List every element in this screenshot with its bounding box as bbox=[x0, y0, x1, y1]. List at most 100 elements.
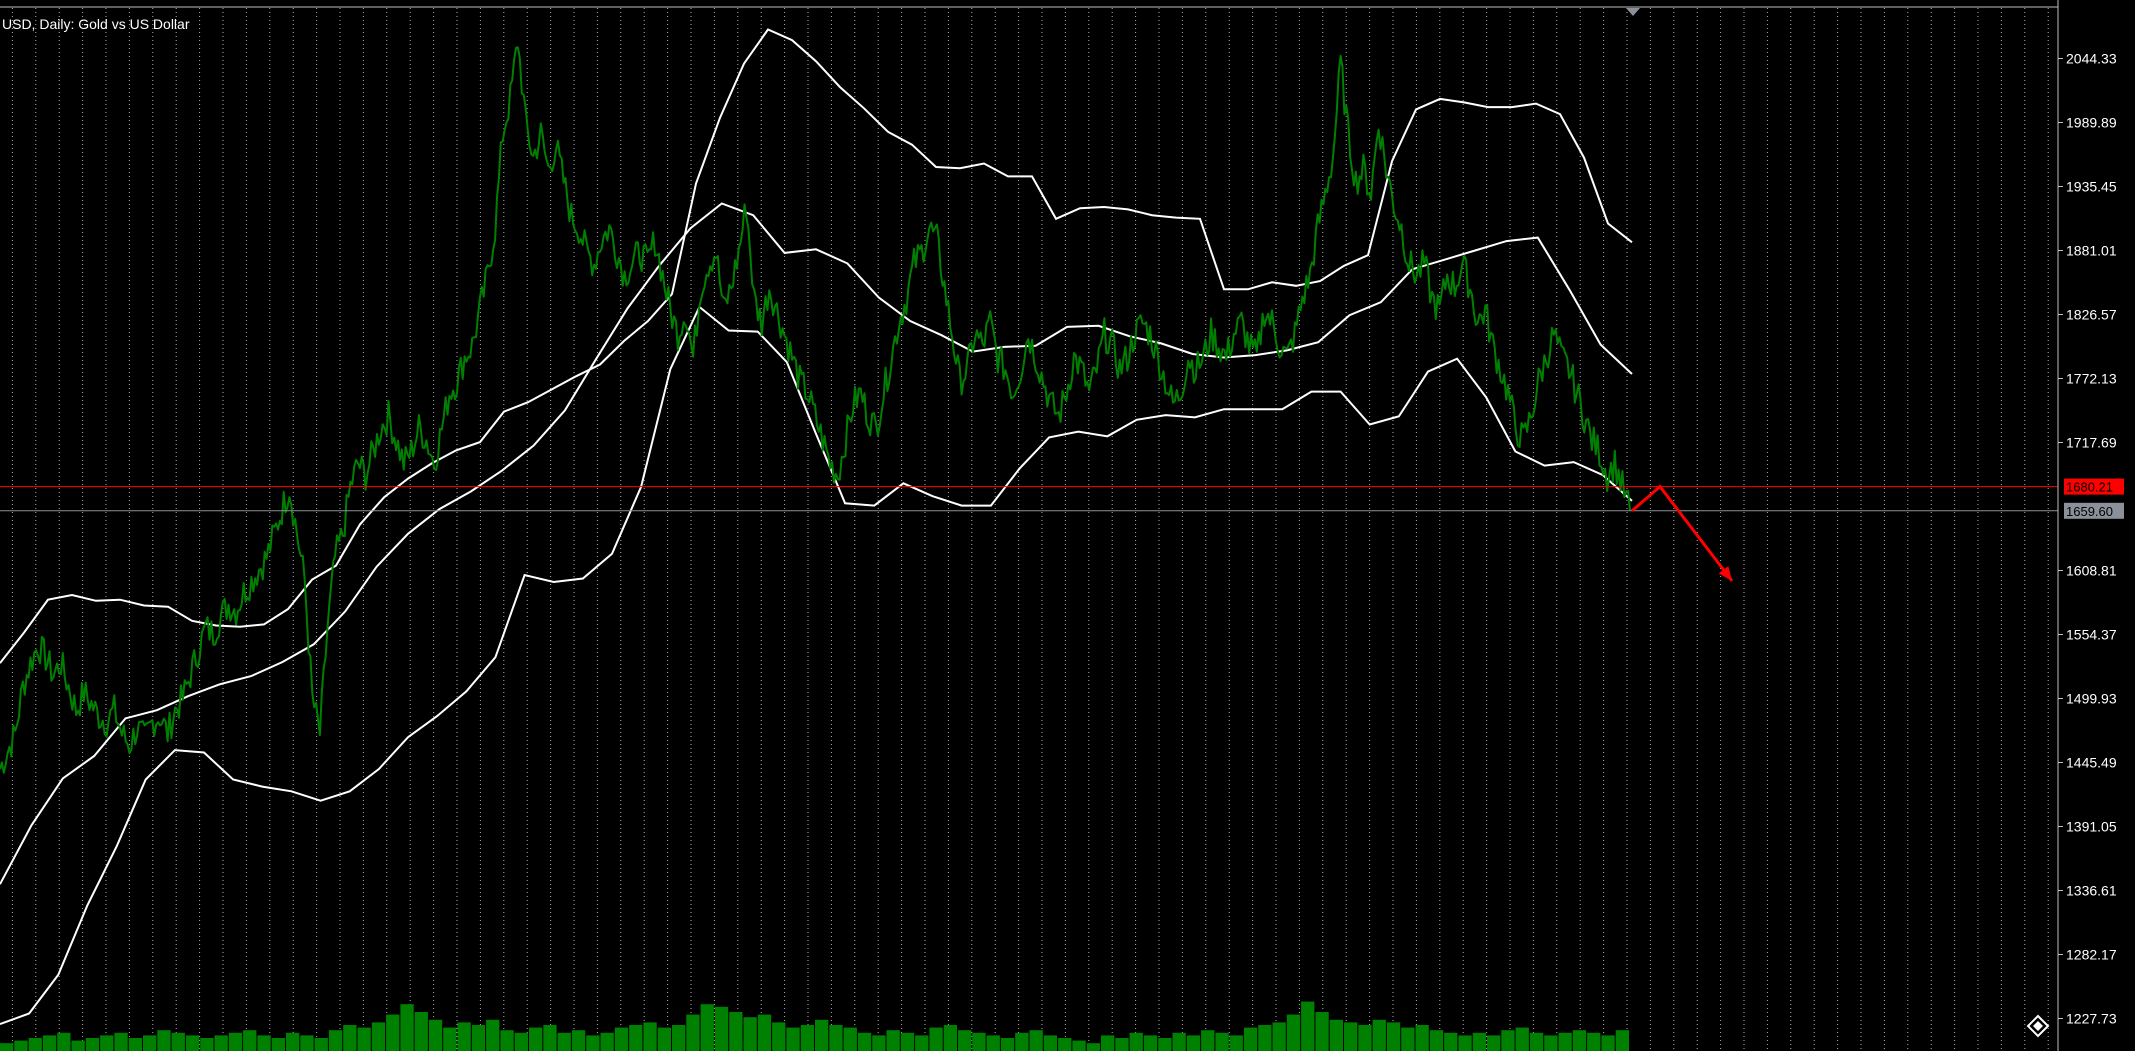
volume-bar bbox=[629, 1025, 643, 1051]
volume-bar bbox=[243, 1030, 257, 1051]
volume-bar bbox=[57, 1032, 71, 1051]
volume-bar bbox=[700, 1004, 714, 1051]
volume-bar bbox=[543, 1025, 557, 1051]
volume-bar bbox=[300, 1035, 314, 1051]
volume-bar bbox=[1372, 1019, 1386, 1051]
y-tick-label: 1227.73 bbox=[2066, 1011, 2117, 1027]
volume-bar bbox=[929, 1027, 943, 1051]
volume-bar bbox=[1444, 1032, 1458, 1051]
volume-bar bbox=[14, 1040, 28, 1051]
y-tick-label: 1336.61 bbox=[2066, 883, 2117, 899]
volume-bar bbox=[1158, 1038, 1172, 1051]
volume-bar bbox=[257, 1035, 271, 1051]
volume-bar bbox=[958, 1030, 972, 1051]
volume-bar bbox=[157, 1030, 171, 1051]
volume-bar bbox=[343, 1025, 357, 1051]
volume-bar bbox=[1344, 1022, 1358, 1051]
volume-bar bbox=[643, 1022, 657, 1051]
volume-bar bbox=[386, 1014, 400, 1051]
volume-bar bbox=[1358, 1025, 1372, 1051]
volume-bar bbox=[1472, 1032, 1486, 1051]
y-tick-label: 1989.89 bbox=[2066, 115, 2117, 131]
volume-bar bbox=[1000, 1038, 1015, 1051]
volume-bar bbox=[443, 1027, 457, 1051]
y-tick-label: 1499.93 bbox=[2066, 691, 2117, 707]
volume-bar bbox=[1272, 1022, 1286, 1051]
volume-bar bbox=[729, 1012, 743, 1051]
volume-bar bbox=[85, 1038, 100, 1051]
volume-bar bbox=[600, 1032, 614, 1051]
volume-bar bbox=[1086, 1043, 1100, 1051]
volume-bar bbox=[1487, 1035, 1501, 1051]
volume-bar bbox=[314, 1038, 328, 1051]
volume-bar bbox=[1587, 1032, 1601, 1051]
volume-bar bbox=[586, 1035, 600, 1051]
volume-bar bbox=[1458, 1035, 1472, 1051]
volume-bar bbox=[786, 1027, 800, 1051]
volume-bar bbox=[900, 1032, 915, 1051]
volume-bar bbox=[743, 1017, 757, 1051]
volume-bar bbox=[872, 1035, 886, 1051]
volume-bar bbox=[1029, 1030, 1043, 1051]
volume-bar bbox=[71, 1040, 85, 1051]
volume-bar bbox=[1301, 1001, 1315, 1051]
volume-bar bbox=[457, 1022, 471, 1051]
volume-bar bbox=[614, 1027, 629, 1051]
chart: 2044.33 1989.89 1935.45 1881.01 1826.57 1772.… bbox=[0, 0, 2135, 1051]
volume-bar bbox=[657, 1027, 671, 1051]
volume-bar bbox=[915, 1035, 929, 1051]
volume-bar bbox=[1058, 1038, 1072, 1051]
chart-title: USD, Daily: Gold vs US Dollar bbox=[2, 16, 190, 32]
volume-bar bbox=[1386, 1022, 1401, 1051]
volume-bar bbox=[1015, 1032, 1029, 1051]
volume-bar bbox=[471, 1025, 486, 1051]
volume-bar bbox=[1415, 1025, 1429, 1051]
price-label-text: 1680.21 bbox=[2066, 480, 2113, 495]
volume-bar bbox=[514, 1032, 528, 1051]
volume-bar bbox=[1544, 1035, 1558, 1051]
y-tick-label: 1608.81 bbox=[2066, 563, 2117, 579]
volume-bar bbox=[986, 1035, 1000, 1051]
volume-bar bbox=[414, 1012, 428, 1051]
volume-bar bbox=[486, 1019, 500, 1051]
y-tick-label: 1935.45 bbox=[2066, 179, 2117, 195]
volume-bar bbox=[100, 1035, 114, 1051]
volume-bar bbox=[128, 1038, 142, 1051]
volume-bar bbox=[42, 1035, 57, 1051]
volume-bar bbox=[943, 1025, 957, 1051]
volume-bar bbox=[271, 1038, 285, 1051]
volume-bar bbox=[1129, 1032, 1143, 1051]
y-tick-label: 1881.01 bbox=[2066, 243, 2117, 259]
volume-bar bbox=[371, 1022, 386, 1051]
volume-bar bbox=[1072, 1040, 1086, 1051]
volume-bar bbox=[886, 1030, 900, 1051]
volume-bar bbox=[1115, 1038, 1129, 1051]
y-tick-label: 1554.37 bbox=[2066, 627, 2117, 643]
volume-bar bbox=[571, 1030, 586, 1051]
volume-bar bbox=[1101, 1035, 1115, 1051]
volume-bar bbox=[1243, 1027, 1258, 1051]
y-tick-label: 1717.69 bbox=[2066, 435, 2117, 451]
y-tick-label: 1445.49 bbox=[2066, 755, 2117, 771]
volume-bar bbox=[686, 1014, 700, 1051]
volume-bar bbox=[815, 1019, 829, 1051]
volume-bar bbox=[1615, 1030, 1629, 1051]
volume-bar bbox=[843, 1027, 857, 1051]
volume-bar bbox=[1315, 1012, 1329, 1051]
volume-bar bbox=[1329, 1019, 1343, 1051]
volume-bar bbox=[286, 1032, 300, 1051]
volume-bar bbox=[1186, 1035, 1201, 1051]
price-label-text: 1659.60 bbox=[2066, 504, 2113, 519]
y-tick-label: 1282.17 bbox=[2066, 947, 2117, 963]
y-tick-label: 1772.13 bbox=[2066, 371, 2117, 387]
volume-bar bbox=[28, 1038, 42, 1051]
volume-bar bbox=[529, 1027, 543, 1051]
volume-bar bbox=[357, 1027, 371, 1051]
volume-bar bbox=[114, 1032, 128, 1051]
volume-bar bbox=[214, 1035, 228, 1051]
volume-bar bbox=[829, 1025, 843, 1051]
volume-bar bbox=[1043, 1035, 1058, 1051]
volume-bar bbox=[1401, 1027, 1415, 1051]
volume-bar bbox=[1429, 1030, 1444, 1051]
volume-bar bbox=[1529, 1032, 1544, 1051]
